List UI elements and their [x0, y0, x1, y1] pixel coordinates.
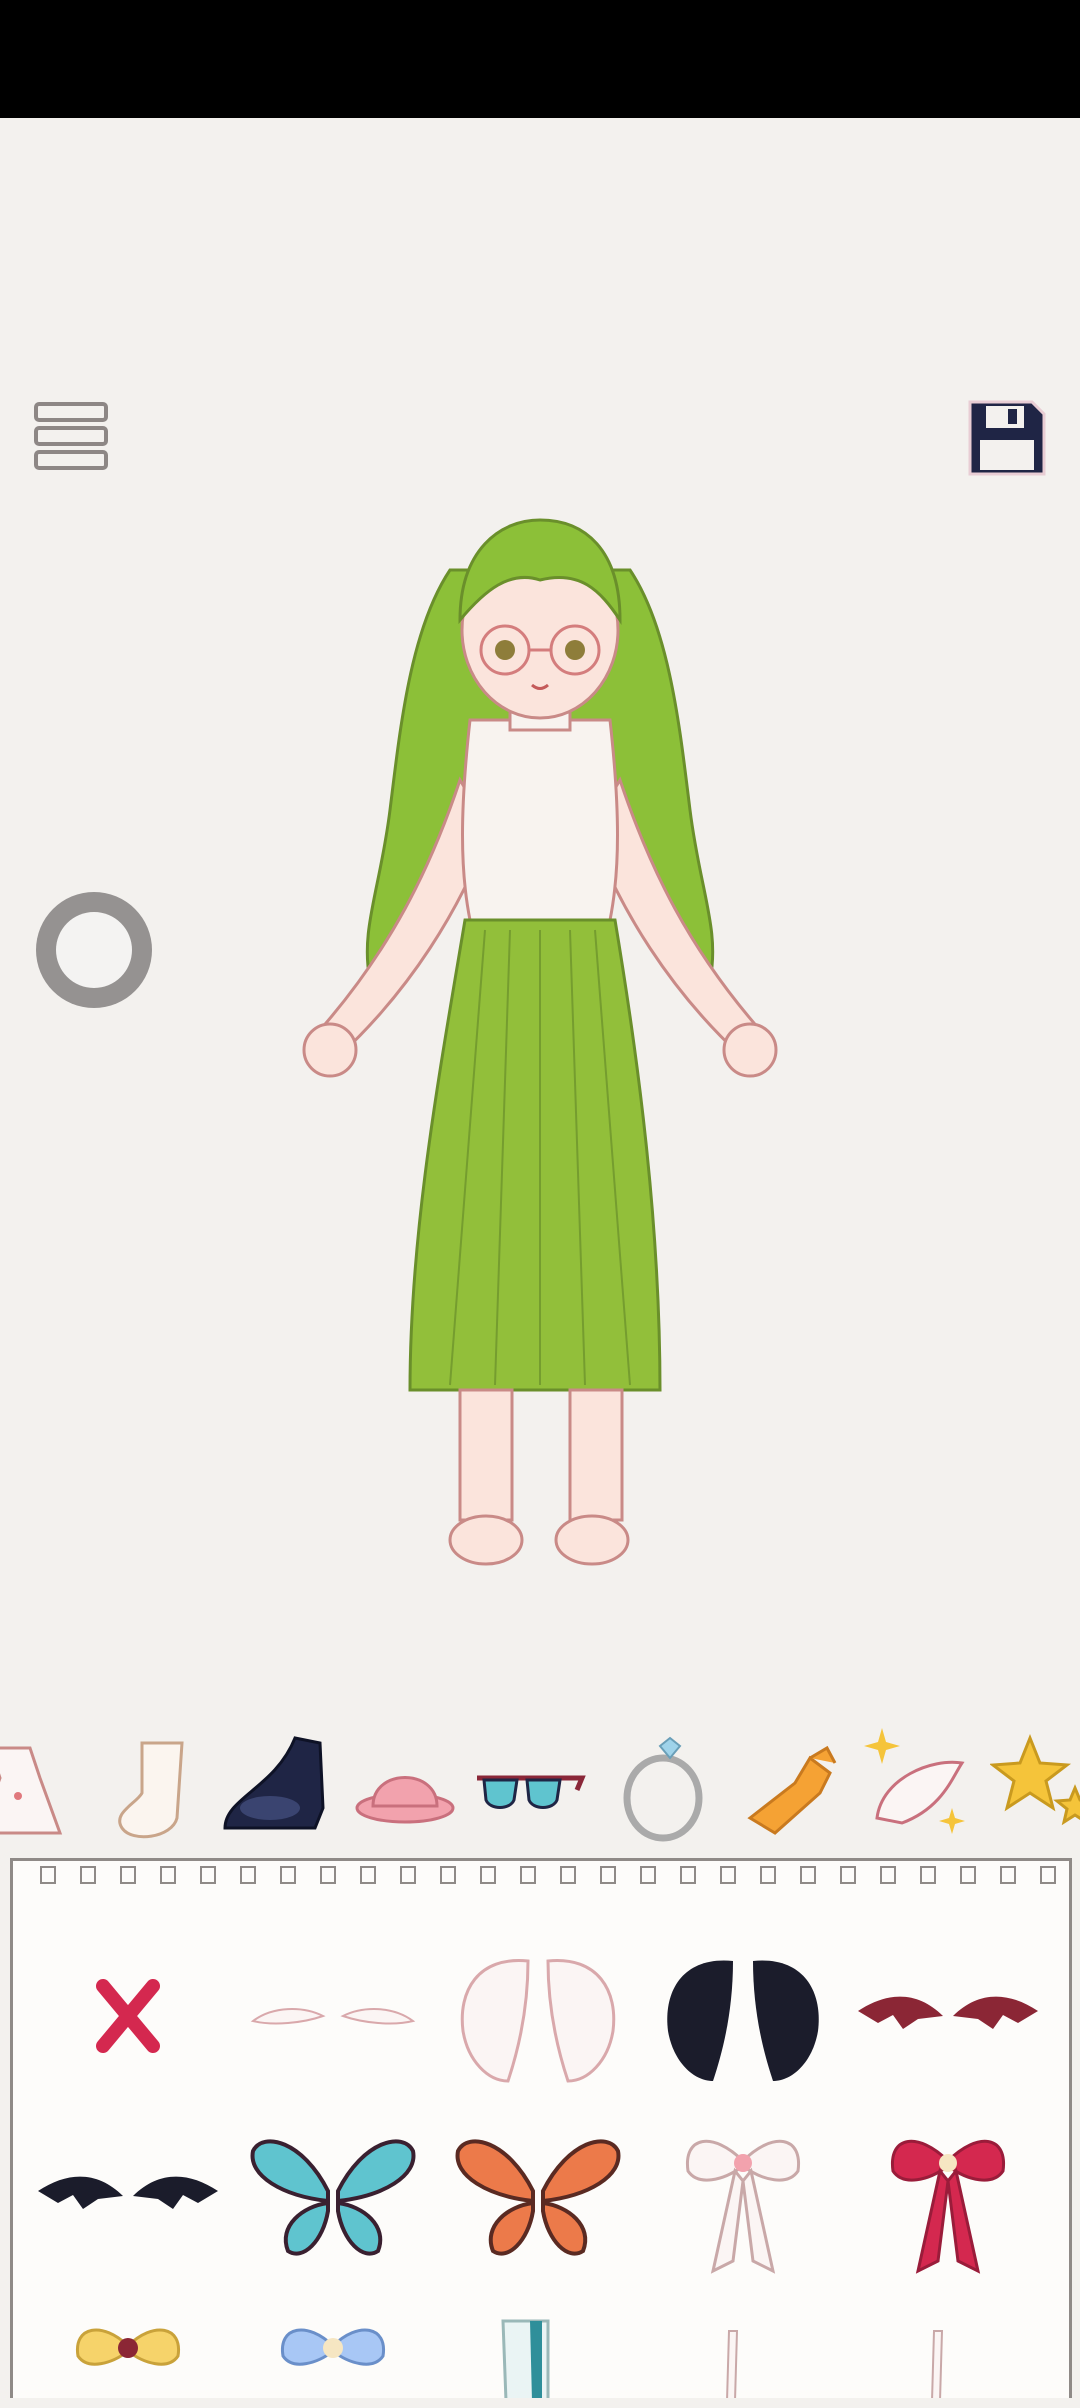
item-thin-item-1[interactable]: [643, 2291, 843, 2398]
record-circle-icon: [36, 892, 152, 1008]
shoe-icon: [223, 1736, 325, 1830]
category-glasses[interactable]: [472, 1718, 592, 1848]
butterfly-wings-icon: [455, 2139, 621, 2256]
item-small-white-wings[interactable]: [233, 1931, 433, 2101]
item-teal-item[interactable]: [438, 2291, 638, 2398]
butterfly-wings-icon: [250, 2139, 416, 2256]
item-orange-butterfly-wings[interactable]: [438, 2111, 638, 2281]
bat-wings-icon: [858, 1996, 1038, 2029]
category-socks[interactable]: [92, 1718, 212, 1848]
bow-icon: [281, 2328, 385, 2366]
record-button[interactable]: [34, 890, 154, 1010]
bat-wings-icon: [38, 2176, 218, 2209]
save-button[interactable]: [964, 396, 1050, 480]
item-icon: [501, 2319, 550, 2398]
item-icon: [726, 2330, 739, 2398]
item-black-bat-wings[interactable]: [28, 2111, 228, 2281]
remove-x-icon: [96, 1979, 160, 2053]
bow-icon: [890, 2139, 1006, 2274]
angel-wings-icon: [460, 1959, 616, 2083]
sunglasses-icon: [477, 1775, 586, 1809]
character: [300, 510, 780, 1590]
item-none[interactable]: [28, 1931, 228, 2101]
hamburger-menu-icon: [34, 402, 108, 470]
floppy-disk-icon: [968, 400, 1046, 476]
scarf-icon: [747, 1745, 837, 1835]
item-red-bat-wings[interactable]: [848, 1931, 1048, 2101]
item-black-feather-wings[interactable]: [643, 1931, 843, 2101]
star-icon: [990, 1733, 1080, 1826]
status-bar: [0, 0, 1080, 118]
ring-icon: [623, 1736, 703, 1842]
category-scarf[interactable]: [735, 1718, 855, 1848]
category-wings[interactable]: [862, 1718, 982, 1848]
black-wings-icon: [667, 1960, 819, 2081]
hat-icon: [355, 1776, 455, 1824]
category-bar: [0, 1718, 1080, 1848]
item-thin-item-2[interactable]: [848, 2291, 1048, 2398]
item-blue-bow[interactable]: [233, 2291, 433, 2398]
item-blue-butterfly-wings[interactable]: [233, 2111, 433, 2281]
item-icon: [931, 2330, 944, 2398]
small-wings-icon: [250, 2008, 416, 2025]
category-effects[interactable]: [990, 1718, 1080, 1848]
notebook-rings: [40, 1866, 1056, 1884]
bow-icon: [76, 2328, 180, 2366]
menu-button[interactable]: [32, 400, 110, 472]
item-pink-ribbon-bow[interactable]: [848, 2111, 1048, 2281]
item-yellow-bow[interactable]: [28, 2291, 228, 2398]
sock-icon: [118, 1741, 184, 1839]
items-panel: [10, 1858, 1072, 2398]
category-jewelry[interactable]: [605, 1718, 725, 1848]
item-white-angel-wings[interactable]: [438, 1931, 638, 2101]
category-hat[interactable]: [345, 1718, 465, 1848]
category-shoes[interactable]: [215, 1718, 335, 1848]
item-white-ribbon-bow[interactable]: [643, 2111, 843, 2281]
bow-icon: [685, 2139, 801, 2274]
wing-icon: [864, 1728, 965, 1834]
